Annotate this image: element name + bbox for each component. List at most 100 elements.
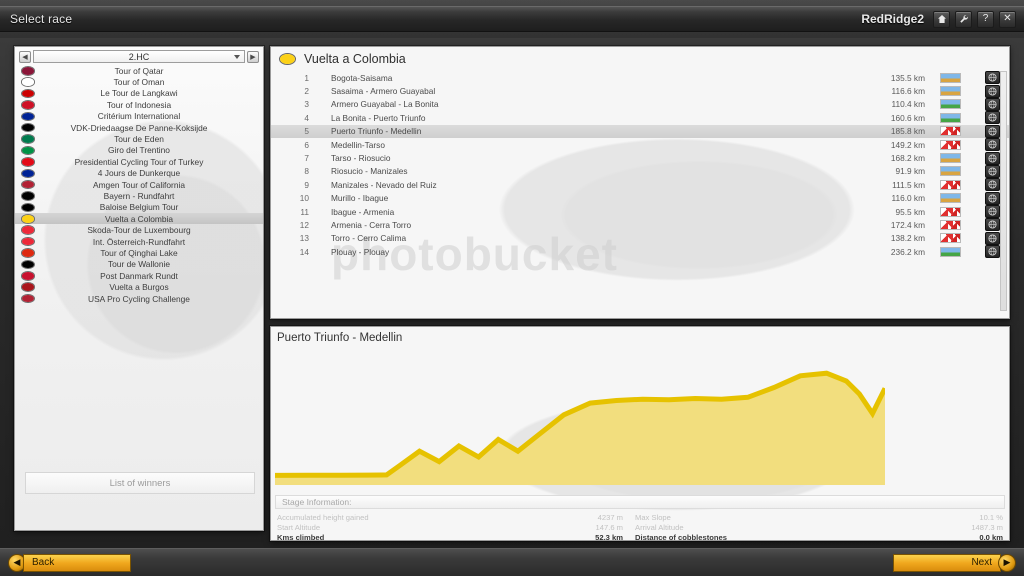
globe-icon[interactable] [984,231,1000,245]
stage-row[interactable]: 13 Torro - Cerro Calima 138.2 km [271,231,1009,245]
mountain-stage-icon [939,219,961,230]
stage-info-value-secondary: 0.0 km [979,533,1003,541]
race-list-item[interactable]: Tour de Eden [15,133,263,144]
race-list-item[interactable]: Vuelta a Burgos [15,281,263,292]
stage-name: Tarso - Riosucio [331,153,391,164]
stage-number: 12 [299,219,309,230]
stage-info-value: 147.6 m [595,523,623,532]
globe-icon[interactable] [984,178,1000,192]
stage-list-scrollbar[interactable] [1000,71,1007,311]
globe-icon[interactable] [984,218,1000,232]
race-list-item[interactable]: Tour of Oman [15,76,263,87]
stage-row[interactable]: 10 Murillo - Ibague 116.0 km [271,191,1009,205]
stage-info-label-secondary: Max Slope [635,513,671,522]
stage-information-label: Stage Information: [282,497,352,507]
stage-row[interactable]: 11 Ibague - Armenia 95.5 km [271,205,1009,219]
country-flag-icon [21,214,35,224]
stage-distance: 168.2 km [890,153,925,164]
globe-icon[interactable] [984,97,1000,111]
flat-stage-icon [939,99,961,110]
list-of-winners-button[interactable]: List of winners [25,472,255,494]
wrench-icon[interactable] [955,10,972,28]
race-header: Vuelta a Colombia [271,47,1009,71]
race-list-item[interactable]: Presidential Cycling Tour of Turkey [15,156,263,167]
elevation-profile-svg [275,370,885,485]
stage-terrain-cell [925,99,975,110]
back-button[interactable]: ◀ Back [8,553,131,572]
race-list-item[interactable]: Tour of Qatar [15,65,263,76]
help-icon[interactable]: ? [977,10,994,28]
globe-icon[interactable] [984,71,1000,85]
race-list-item[interactable]: Bayern - Rundfahrt [15,190,263,201]
flat-stage-icon [939,166,961,177]
category-dropdown[interactable]: 2.HC [33,50,245,63]
stage-terrain-cell [925,112,975,123]
globe-icon[interactable] [984,245,1000,259]
stage-distance: 116.6 km [891,86,925,97]
race-list-item[interactable]: Critérium International [15,111,263,122]
stage-row[interactable]: 4 La Bonita - Puerto Triunfo 160.6 km [271,111,1009,125]
stage-number: 9 [304,179,309,190]
stage-row[interactable]: 1 Bogota-Saisama 135.5 km [271,71,1009,85]
mountain-stage-icon [939,126,961,137]
globe-icon[interactable] [984,111,1000,125]
globe-icon[interactable] [984,84,1000,98]
stage-row[interactable]: 6 Medellin-Tarso 149.2 km [271,138,1009,152]
race-list-item-label: Presidential Cycling Tour of Turkey [74,156,204,167]
next-button[interactable]: Next ▶ [893,553,1016,572]
race-list-item-label: Tour of Oman [113,77,165,88]
race-list-item[interactable]: Tour of Qinghai Lake [15,247,263,258]
stage-row[interactable]: 2 Sasaima - Armero Guayabal 116.6 km [271,84,1009,98]
stage-distance: 172.4 km [890,219,925,230]
globe-icon[interactable] [984,138,1000,152]
race-list-item[interactable]: Tour of Indonesia [15,99,263,110]
race-list-item[interactable]: Tour de Wallonie [15,259,263,270]
stage-profile-panel: Puerto Triunfo - Medellin Stage Informat… [270,326,1010,541]
globe-icon[interactable] [984,205,1000,219]
globe-icon[interactable] [984,164,1000,178]
country-flag-icon [21,259,35,270]
category-prev-button[interactable]: ◀ [19,50,31,63]
race-list-item[interactable]: USA Pro Cycling Challenge [15,293,263,304]
stage-distance: 116.0 km [891,193,925,204]
stage-row[interactable]: 3 Armero Guayabal - La Bonita 110.4 km [271,97,1009,111]
race-list-item[interactable]: Vuelta a Colombia [15,213,263,225]
category-selector[interactable]: ◀ 2.HC ▶ [19,50,259,63]
stage-row[interactable]: 9 Manizales - Nevado del Ruiz 111.5 km [271,178,1009,192]
stage-row[interactable]: 5 Puerto Triunfo - Medellin 185.8 km [271,124,1009,138]
race-flag-icon [279,53,296,65]
globe-icon[interactable] [984,124,1000,138]
globe-icon[interactable] [984,151,1000,165]
category-value: 2.HC [128,51,150,62]
stage-name: Plouay - Plouay [331,246,390,257]
stage-row[interactable]: 14 Plouay - Plouay 236.2 km [271,245,1009,259]
race-list-item[interactable]: 4 Jours de Dunkerque [15,168,263,179]
race-list-item-label: VDK-Driedaagse De Panne-Koksijde [70,122,208,133]
globe-icon[interactable] [984,191,1000,205]
stage-rows: 1 Bogota-Saisama 135.5 km 2 Sasaima - Armero… [271,71,1009,259]
home-icon[interactable] [933,10,950,28]
race-list-item[interactable]: Post Danmark Rundt [15,270,263,281]
race-list-item[interactable]: Skoda-Tour de Luxembourg [15,224,263,235]
stage-name: Armenia - Cerra Torro [331,219,412,230]
race-list-item[interactable]: Le Tour de Langkawi [15,88,263,99]
race-list-item[interactable]: Giro del Trentino [15,145,263,156]
stage-row[interactable]: 7 Tarso - Riosucio 168.2 km [271,151,1009,165]
stage-row[interactable]: 12 Armenia - Cerra Torro 172.4 km [271,218,1009,232]
flat-stage-icon [939,193,961,204]
country-flag-icon [21,134,35,144]
stage-information-grid: Accumulated height gained 4237 m Max Slope… [277,513,1003,541]
race-list-item-label: Vuelta a Colombia [104,213,174,224]
race-list-item[interactable]: Int. Österreich-Rundfahrt [15,236,263,247]
stage-row[interactable]: 8 Riosucio - Manizales 91.9 km [271,164,1009,178]
stage-number: 1 [304,72,309,83]
stage-number: 3 [304,99,309,110]
stage-info-label-secondary: Arrival Altitude [635,523,684,532]
race-list-item[interactable]: Amgen Tour of California [15,179,263,190]
category-next-button[interactable]: ▶ [247,50,259,63]
race-list-item[interactable]: VDK-Driedaagse De Panne-Koksijde [15,122,263,133]
mountain-stage-icon [939,139,961,150]
race-list-item[interactable]: Baloise Belgium Tour [15,202,263,213]
close-icon[interactable]: ✕ [999,10,1016,28]
race-list-item-label: Tour of Qinghai Lake [100,247,178,258]
